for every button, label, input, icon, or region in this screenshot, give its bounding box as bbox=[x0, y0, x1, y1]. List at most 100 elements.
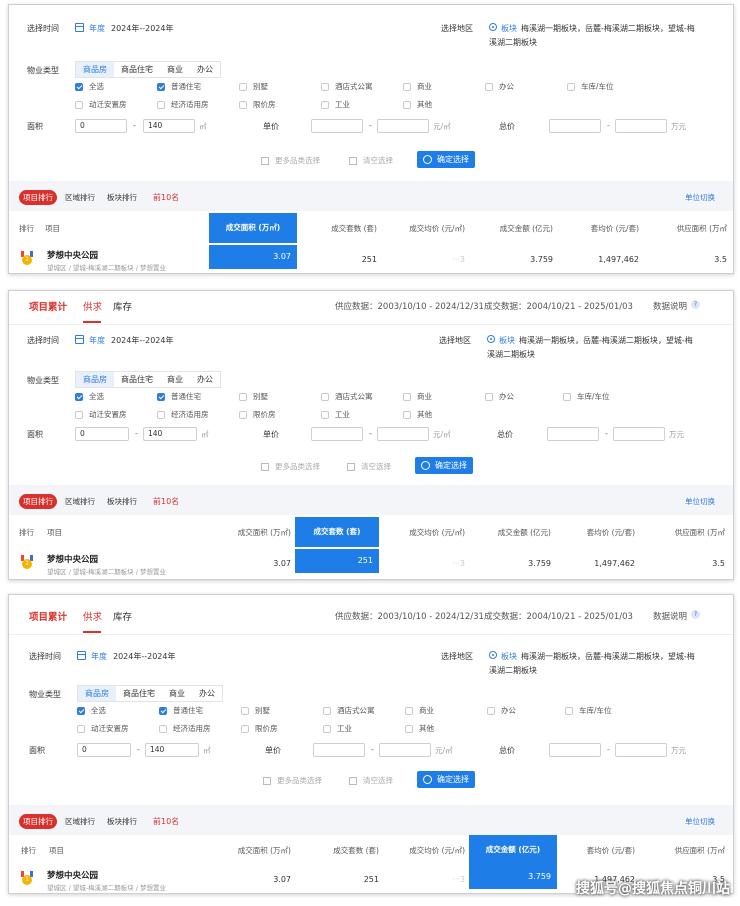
checkbox-price-limited[interactable]: 限价房 bbox=[239, 99, 276, 110]
total-max-input[interactable] bbox=[613, 427, 665, 441]
region-value-2[interactable]: 溪湖二期板块 bbox=[487, 349, 535, 360]
col-count-sorted[interactable]: 成交套数 (套) bbox=[295, 517, 379, 547]
data-help-link[interactable]: 数据说明 bbox=[653, 610, 687, 622]
checkbox-box[interactable] bbox=[159, 724, 167, 733]
question-icon[interactable]: ? bbox=[691, 610, 700, 619]
tab-supply-demand[interactable]: 供求 bbox=[83, 609, 102, 623]
checkbox-box[interactable] bbox=[487, 706, 495, 715]
col-supply[interactable]: 供应面积 (万㎡ bbox=[651, 223, 727, 234]
checkbox-box[interactable] bbox=[239, 410, 247, 419]
tab-project-rank[interactable]: 项目排行 bbox=[19, 494, 57, 509]
checkbox-box[interactable] bbox=[241, 706, 249, 715]
checkbox-villa[interactable]: 别墅 bbox=[239, 391, 268, 402]
checkbox-garage[interactable]: 车库/车位 bbox=[565, 705, 612, 716]
checkbox-price-limited[interactable]: 限价房 bbox=[239, 409, 276, 420]
checkbox-box[interactable] bbox=[567, 82, 575, 91]
checkbox-affordable[interactable]: 经济适用房 bbox=[159, 723, 211, 734]
checkbox-office[interactable]: 办公 bbox=[485, 391, 514, 402]
price-max-input[interactable] bbox=[377, 427, 429, 441]
checkbox-box[interactable] bbox=[75, 100, 83, 109]
tab-residential[interactable]: 商品住宅 bbox=[114, 62, 160, 77]
tab-commercial[interactable]: 商业 bbox=[160, 62, 190, 77]
checkbox-industrial[interactable]: 工业 bbox=[321, 409, 350, 420]
checkbox-resettlement[interactable]: 动迁安置房 bbox=[77, 723, 129, 734]
checkbox-affordable[interactable]: 经济适用房 bbox=[157, 99, 209, 110]
checkbox-industrial[interactable]: 工业 bbox=[323, 723, 352, 734]
checkbox-box[interactable] bbox=[403, 392, 411, 401]
checkbox-box[interactable] bbox=[159, 706, 167, 715]
checkbox-serviced-apartment[interactable]: 酒店式公寓 bbox=[321, 391, 373, 402]
price-min-input[interactable] bbox=[313, 743, 365, 757]
year-range[interactable]: 2024年--2024年 bbox=[111, 23, 174, 34]
checkbox-box[interactable] bbox=[563, 392, 571, 401]
checkbox-box[interactable] bbox=[157, 392, 165, 401]
checkbox-box[interactable] bbox=[75, 82, 83, 91]
region-value-2[interactable]: 溪湖二期板块 bbox=[489, 665, 537, 676]
project-name[interactable]: 梦想中央公园 bbox=[47, 553, 98, 565]
tab-supply-demand[interactable]: 供求 bbox=[83, 299, 102, 313]
tab-block-rank[interactable]: 板块排行 bbox=[103, 814, 141, 829]
checkbox-resettlement[interactable]: 动迁安置房 bbox=[75, 99, 127, 110]
tab-project-rank[interactable]: 项目排行 bbox=[19, 814, 57, 829]
checkbox-box[interactable] bbox=[241, 724, 249, 733]
tab-project-rank[interactable]: 项目排行 bbox=[19, 190, 57, 205]
total-min-input[interactable] bbox=[547, 427, 599, 441]
col-amount[interactable]: 成交金额 (亿元) bbox=[475, 527, 551, 538]
checkbox-ordinary-residential[interactable]: 普通住宅 bbox=[157, 81, 201, 92]
area-max-input[interactable]: 140 bbox=[143, 119, 195, 133]
checkbox-other[interactable]: 其他 bbox=[403, 409, 432, 420]
tab-block-rank[interactable]: 板块排行 bbox=[103, 190, 141, 205]
checkbox-office[interactable]: 办公 bbox=[487, 705, 516, 716]
confirm-button[interactable]: 确定选择 bbox=[417, 151, 475, 168]
tab-region-rank[interactable]: 区域排行 bbox=[61, 190, 99, 205]
checkbox-box[interactable] bbox=[485, 82, 493, 91]
price-min-input[interactable] bbox=[311, 119, 363, 133]
checkbox-box[interactable] bbox=[321, 100, 329, 109]
tab-commodity[interactable]: 商品房 bbox=[76, 372, 114, 387]
tab-block-rank[interactable]: 板块排行 bbox=[103, 494, 141, 509]
checkbox-commercial[interactable]: 商业 bbox=[403, 391, 432, 402]
checkbox-box[interactable] bbox=[323, 724, 331, 733]
checkbox-ordinary-residential[interactable]: 普通住宅 bbox=[157, 391, 201, 402]
year-type[interactable]: 年度 bbox=[89, 23, 105, 34]
top-n-dropdown[interactable]: 前10名 bbox=[153, 192, 179, 203]
tab-project-total[interactable]: 项目累计 bbox=[29, 609, 67, 623]
checkbox-box[interactable] bbox=[565, 706, 573, 715]
checkbox-box[interactable] bbox=[157, 82, 165, 91]
col-avg[interactable]: 成交均价 (元/㎡) bbox=[389, 527, 465, 538]
checkbox-box[interactable] bbox=[77, 724, 85, 733]
year-type[interactable]: 年度 bbox=[91, 651, 107, 662]
year-range[interactable]: 2024年--2024年 bbox=[113, 651, 176, 662]
checkbox-serviced-apartment[interactable]: 酒店式公寓 bbox=[321, 81, 373, 92]
checkbox-box[interactable] bbox=[75, 410, 83, 419]
total-min-input[interactable] bbox=[549, 743, 601, 757]
more-categories-button[interactable]: 更多品类选择 bbox=[263, 775, 322, 786]
region-type[interactable]: 板块 bbox=[501, 651, 517, 662]
total-min-input[interactable] bbox=[549, 119, 601, 133]
checkbox-box[interactable] bbox=[77, 706, 85, 715]
col-per-unit[interactable]: 套均价 (元/套) bbox=[565, 845, 635, 856]
checkbox-box[interactable] bbox=[239, 392, 247, 401]
project-name[interactable]: 梦想中央公园 bbox=[47, 869, 98, 881]
checkbox-affordable[interactable]: 经济适用房 bbox=[157, 409, 209, 420]
tab-office[interactable]: 办公 bbox=[190, 62, 220, 77]
table-row[interactable]: 1 梦想中央公园 望城区 / 望城-梅溪湖二期板块 / 梦想置业 3.07 25… bbox=[9, 549, 733, 577]
region-value[interactable]: 梅溪湖一期板块，岳麓-梅溪湖二期板块，望城-梅 bbox=[521, 23, 695, 34]
unit-switch-button[interactable]: 单位切换 bbox=[685, 496, 715, 507]
unit-switch-button[interactable]: 单位切换 bbox=[685, 192, 715, 203]
total-max-input[interactable] bbox=[615, 743, 667, 757]
col-area[interactable]: 成交面积 (万㎡) bbox=[209, 845, 291, 856]
region-type[interactable]: 板块 bbox=[501, 23, 517, 34]
area-max-input[interactable]: 140 bbox=[143, 427, 197, 441]
year-type[interactable]: 年度 bbox=[89, 335, 105, 346]
area-min-input[interactable]: 0 bbox=[75, 427, 129, 441]
col-per-unit[interactable]: 套均价 (元/套) bbox=[561, 527, 635, 538]
checkbox-select-all[interactable]: 全选 bbox=[75, 81, 104, 92]
checkbox-box[interactable] bbox=[157, 100, 165, 109]
tab-commercial[interactable]: 商业 bbox=[160, 372, 190, 387]
price-min-input[interactable] bbox=[311, 427, 363, 441]
col-count[interactable]: 成交套数 (套) bbox=[309, 845, 379, 856]
checkbox-industrial[interactable]: 工业 bbox=[321, 99, 350, 110]
clear-button[interactable]: 清空选择 bbox=[349, 775, 393, 786]
region-type[interactable]: 板块 bbox=[499, 335, 515, 346]
